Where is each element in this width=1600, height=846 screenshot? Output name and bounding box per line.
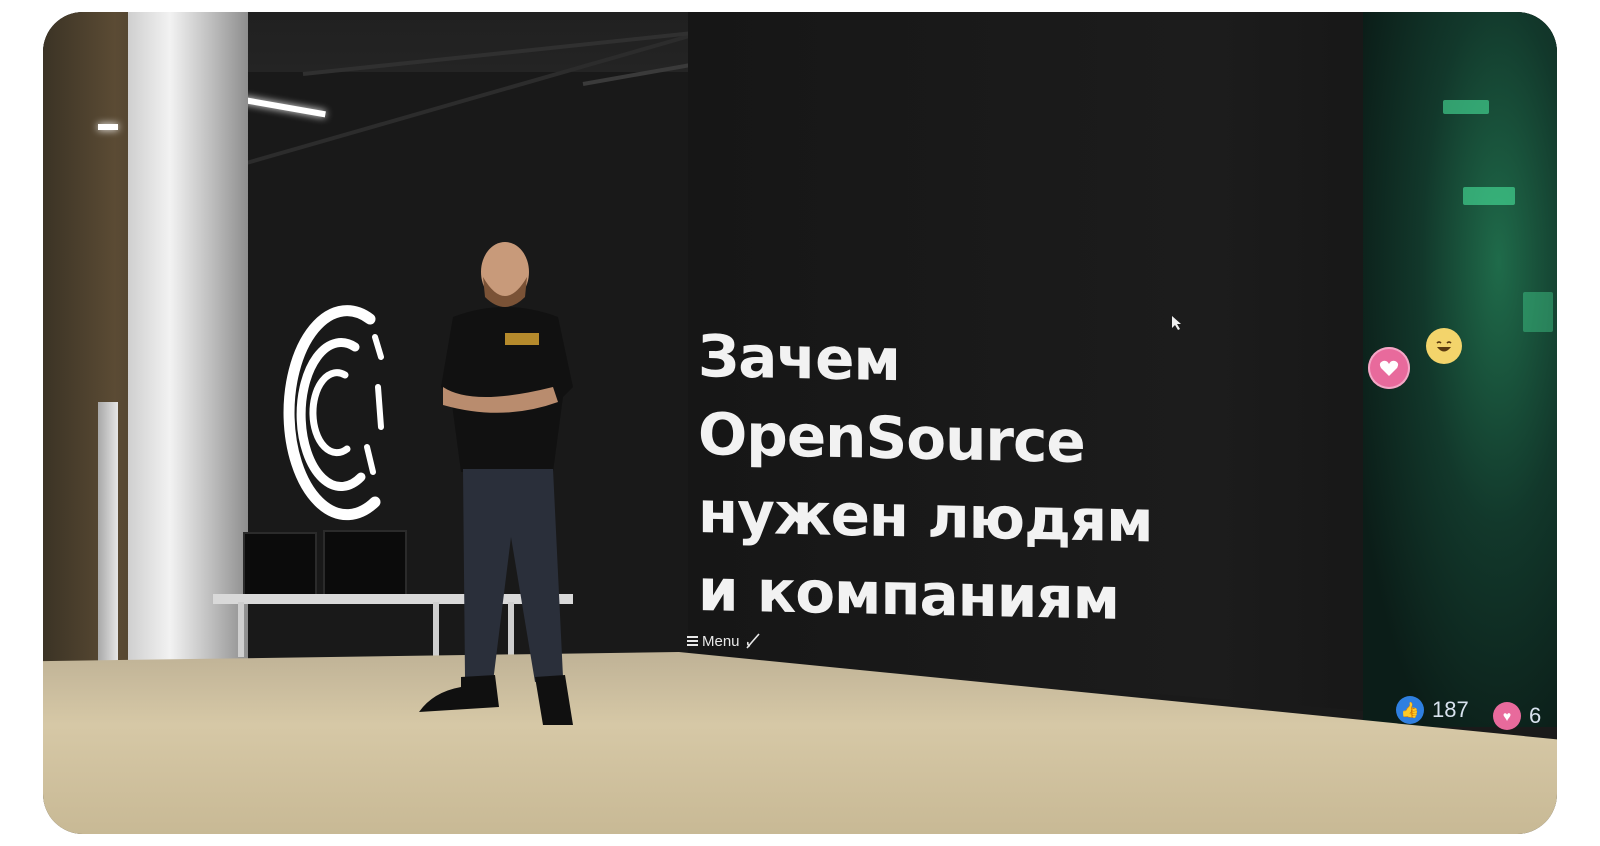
pillar: [128, 12, 248, 672]
menu-label: Menu: [702, 632, 740, 650]
slide-title-line: и компаниям: [698, 555, 1120, 633]
monitor: [243, 532, 317, 596]
green-light: [1523, 292, 1553, 332]
slide-title-line: OpenSource: [698, 399, 1085, 477]
hamburger-icon: [687, 634, 698, 648]
pillar-edge: [98, 402, 118, 672]
floating-laugh-reaction: [1426, 328, 1462, 364]
heart-icon: ♥: [1493, 702, 1521, 730]
ceiling-light: [98, 124, 118, 130]
thumbs-up-icon: 👍: [1396, 696, 1424, 724]
floating-heart-reaction: [1368, 347, 1410, 389]
speaker: [419, 242, 573, 725]
slide-title-line: нужен людям: [698, 477, 1153, 556]
laughing-emoji-icon: [1436, 341, 1452, 352]
heart-counter[interactable]: ♥ 6: [1493, 702, 1541, 730]
slide-menu-button[interactable]: Menu: [687, 632, 762, 650]
heart-icon: [1379, 360, 1399, 376]
monitor: [323, 530, 407, 596]
mouse-cursor-icon: [1172, 316, 1181, 330]
slide-title: Зачем OpenSource нужен людям и компаниям: [698, 317, 1178, 639]
ring-logo: [283, 305, 384, 521]
heart-count: 6: [1529, 703, 1542, 728]
desk-leg: [238, 602, 244, 657]
slide-title-line: Зачем: [698, 321, 900, 395]
brush-icon[interactable]: [744, 632, 762, 650]
like-count: 187: [1432, 697, 1469, 722]
green-light: [1443, 100, 1489, 114]
like-counter[interactable]: 👍 187: [1396, 696, 1469, 724]
video-frame: Зачем OpenSource нужен людям и компаниям…: [43, 12, 1557, 834]
green-light: [1463, 187, 1515, 205]
